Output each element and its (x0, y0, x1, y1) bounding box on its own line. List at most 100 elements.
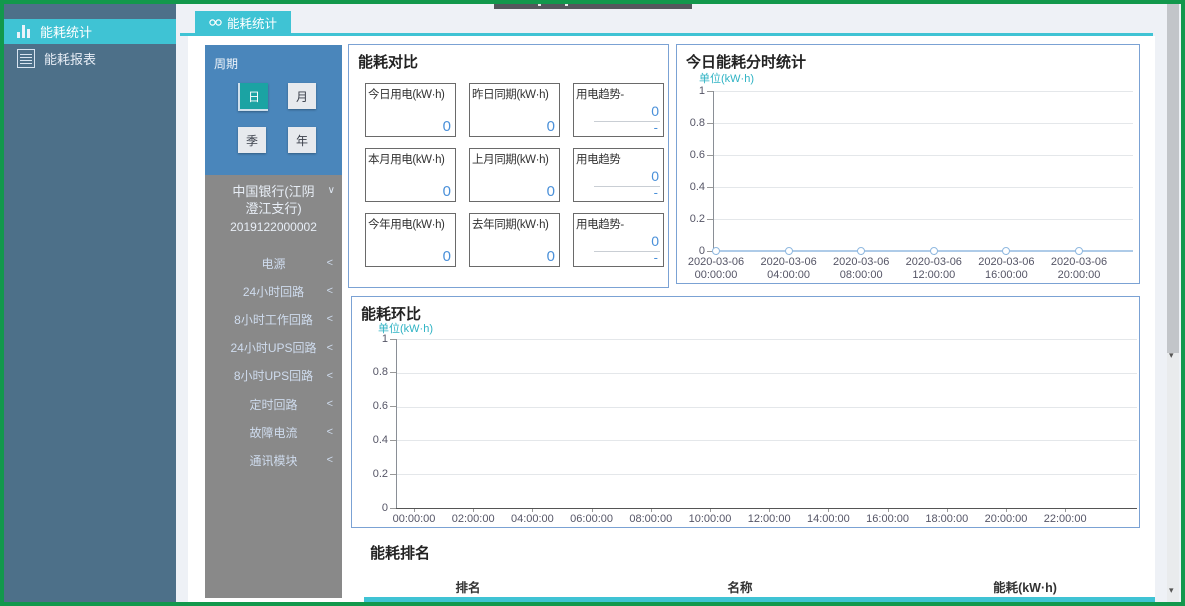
trend-divider (594, 251, 660, 252)
stats-icon (209, 18, 222, 27)
gridline (396, 440, 1137, 441)
station-selector[interactable]: 中国银行(江阴 澄江支行) 2019122000002 ∨ (205, 183, 342, 236)
stat-label: 上月同期(kW·h) (472, 151, 549, 167)
stat-label: 去年同期(kW·h) (472, 216, 549, 232)
stat-value: 0 (443, 118, 451, 135)
period-button-季[interactable]: 季 (238, 127, 266, 153)
gridline (713, 91, 1133, 92)
stat-box: 上月同期(kW·h) 0 (469, 148, 560, 202)
data-point-marker (785, 247, 793, 255)
tab-underline (180, 33, 1153, 36)
window-frame (1181, 0, 1185, 606)
data-point-marker (857, 247, 865, 255)
trend-sub-value: - (654, 120, 658, 135)
sidebar-item-energy-stats[interactable]: 能耗统计 (0, 19, 176, 44)
station-name-line2: 澄江支行) (205, 200, 342, 217)
trend-box: 用电趋势0- (573, 148, 664, 202)
menu-item-label: 电源 (261, 255, 285, 272)
menu-item[interactable]: 24小时回路< (205, 283, 342, 299)
menu-item[interactable]: 电源< (205, 255, 342, 271)
data-point-marker (930, 247, 938, 255)
stat-label: 用电趋势- (576, 86, 624, 102)
series-line (713, 250, 1133, 252)
stat-value: 0 (547, 183, 555, 200)
y-axis-label: 0.6 (350, 400, 388, 412)
y-axis-label: 0.8 (667, 117, 705, 129)
stat-value: 0 (547, 118, 555, 135)
stat-label: 今年用电(kW·h) (368, 216, 445, 232)
trend-divider (594, 186, 660, 187)
x-axis-label: 2020-03-06 20:00:00 (1033, 256, 1125, 282)
menu-item[interactable]: 定时回路 < (205, 396, 342, 412)
gridline (713, 219, 1133, 220)
gridline (396, 407, 1137, 408)
gridline (396, 474, 1137, 475)
trend-box: 用电趋势- 0- (573, 213, 664, 267)
sidebar-item-label: 能耗统计 (40, 22, 92, 41)
menu-item-label: 24小时UPS回路 (230, 339, 316, 356)
window-frame (0, 0, 1185, 4)
chevron-down-icon: ∨ (328, 185, 335, 196)
menu-item[interactable]: 通讯模块 < (205, 452, 342, 468)
period-panel: 周期 日月季年 (205, 45, 342, 175)
bar-chart-icon (17, 25, 30, 38)
gridline (396, 339, 1137, 340)
gridline (713, 123, 1133, 124)
ranking-header-energy: 能耗(kW·h) (993, 577, 1057, 596)
window-frame (0, 0, 4, 606)
scrollbar-arrow-icon[interactable]: ▾ (1169, 350, 1174, 361)
chevron-left-icon: < (327, 454, 333, 466)
x-axis-label: 22:00:00 (1019, 513, 1111, 526)
y-axis-label: 1 (350, 333, 388, 345)
sidebar-item-label: 能耗报表 (44, 49, 96, 68)
panel-title: 能耗对比 (358, 51, 418, 72)
device-menu-panel: 中国银行(江阴 澄江支行) 2019122000002 ∨ 电源<24小时回路<… (205, 175, 342, 598)
period-button-年[interactable]: 年 (288, 127, 316, 153)
trend-sub-value: - (654, 250, 658, 265)
tab-energy-stats[interactable]: 能耗统计 (195, 11, 291, 33)
menu-item[interactable]: 故障电流 < (205, 424, 342, 440)
comparison-panel: 能耗对比 今日用电(kW·h)0昨日同期(kW·h)0用电趋势-0-本月用电(k… (348, 44, 669, 288)
today-hourly-chart-panel: 今日能耗分时统计 单位(kW·h) 00.20.40.60.812020-03-… (676, 44, 1140, 284)
chevron-left-icon: < (327, 398, 333, 410)
chevron-left-icon: < (327, 370, 333, 382)
chevron-left-icon: < (327, 426, 333, 438)
scrollbar-down-arrow-icon[interactable]: ▾ (1169, 585, 1174, 596)
data-point-marker (1075, 247, 1083, 255)
stat-box: 昨日同期(kW·h) 0 (469, 83, 560, 137)
stat-label: 昨日同期(kW·h) (472, 86, 549, 102)
period-button-月[interactable]: 月 (288, 83, 316, 109)
stat-value: 0 (547, 248, 555, 265)
sidebar: 能耗统计 能耗报表 (0, 0, 176, 606)
gridline (713, 187, 1133, 188)
trend-sub-value: - (654, 185, 658, 200)
data-point-marker (712, 247, 720, 255)
window-frame (0, 602, 1185, 606)
sidebar-item-energy-report[interactable]: 能耗报表 (0, 46, 176, 71)
menu-item[interactable]: 8小时UPS回路< (205, 368, 342, 384)
menu-item-label: 定时回路 (249, 396, 297, 413)
gridline (713, 155, 1133, 156)
y-axis-label: 0.2 (350, 468, 388, 480)
trend-value: 0 (651, 168, 659, 184)
chevron-left-icon: < (327, 313, 333, 325)
trend-divider (594, 121, 660, 122)
ring-ratio-chart-panel: 能耗环比 单位(kW·h) 00.20.40.60.8100:00:0002:0… (351, 296, 1140, 528)
menu-item[interactable]: 8小时工作回路 < (205, 311, 342, 327)
unit-label: 单位(kW·h) (699, 70, 754, 86)
ranking-header-name: 名称 (727, 577, 752, 596)
chart-title: 今日能耗分时统计 (686, 51, 806, 72)
stat-label: 本月用电(kW·h) (368, 151, 445, 167)
menu-item-label: 故障电流 (249, 424, 297, 441)
scrollbar-thumb[interactable] (1167, 4, 1179, 353)
y-axis-label: 1 (667, 85, 705, 97)
stat-box: 今日用电(kW·h)0 (365, 83, 456, 137)
menu-item-label: 通讯模块 (249, 452, 297, 469)
period-button-日[interactable]: 日 (238, 83, 268, 111)
trend-value: 0 (651, 233, 659, 249)
menu-item-label: 8小时工作回路 (234, 311, 313, 328)
menu-item[interactable]: 24小时UPS回路< (205, 340, 342, 356)
ranking-title: 能耗排名 (370, 542, 430, 563)
stat-label: 用电趋势- (576, 216, 624, 232)
trend-box: 用电趋势-0- (573, 83, 664, 137)
